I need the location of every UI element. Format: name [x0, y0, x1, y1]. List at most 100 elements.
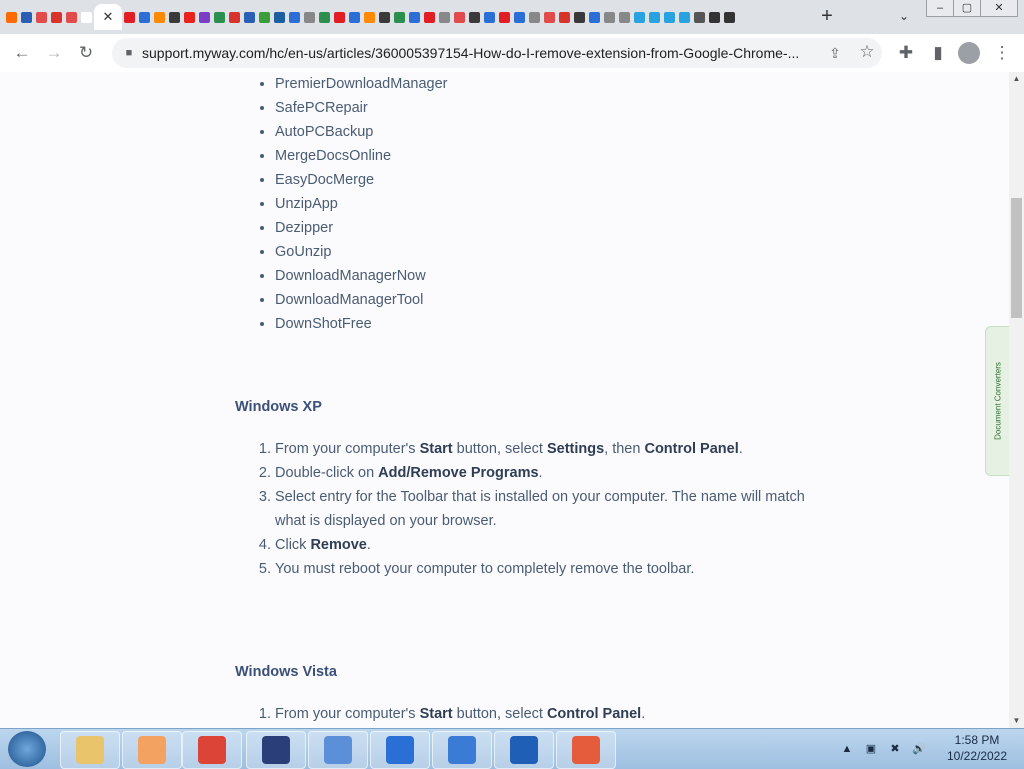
browser-tab[interactable] — [302, 4, 317, 30]
browser-tab[interactable] — [64, 4, 79, 30]
browser-tab[interactable] — [332, 4, 347, 30]
browser-tab[interactable] — [542, 4, 557, 30]
taskbar-app-media-player[interactable] — [122, 731, 182, 769]
browser-tab[interactable] — [722, 4, 737, 30]
settings-gear-icon — [262, 736, 290, 764]
action-center-icon[interactable]: ✖ — [888, 742, 902, 756]
browser-tab[interactable] — [4, 4, 19, 30]
step-text: You must reboot your computer to complet… — [275, 561, 695, 577]
browser-tab[interactable] — [452, 4, 467, 30]
browser-tab[interactable] — [602, 4, 617, 30]
clock[interactable]: 1:58 PM 10/22/2022 — [938, 732, 1016, 764]
extensions-icon[interactable]: ✚ — [894, 41, 918, 65]
lock-icon[interactable]: ■ — [122, 45, 136, 61]
bold-term: Settings — [546, 441, 605, 457]
browser-tab[interactable] — [497, 4, 512, 30]
url-text[interactable]: support.myway.com/hc/en-us/articles/3600… — [142, 45, 832, 61]
browser-tab[interactable] — [692, 4, 707, 30]
taskbar-app-shield-slash[interactable] — [494, 731, 554, 769]
tab-search-button[interactable]: ⌄ — [894, 6, 914, 26]
browser-tab[interactable] — [257, 4, 272, 30]
browser-tab[interactable] — [377, 4, 392, 30]
browser-tab[interactable] — [182, 4, 197, 30]
browser-tab[interactable] — [677, 4, 692, 30]
reload-button[interactable]: ↻ — [74, 41, 98, 65]
browser-tab[interactable] — [557, 4, 572, 30]
new-tab-button[interactable]: + — [816, 4, 838, 28]
show-hidden-icons-icon[interactable]: ▲ — [840, 742, 854, 756]
browser-tab[interactable] — [407, 4, 422, 30]
side-panel-icon[interactable]: ▮ — [926, 41, 950, 65]
share-icon[interactable]: ⇪ — [824, 42, 846, 64]
window-close-button[interactable]: ✕ — [980, 0, 1018, 17]
browser-tab[interactable] — [287, 4, 302, 30]
vertical-scrollbar[interactable]: ▲ ▼ — [1009, 72, 1024, 728]
profile-avatar[interactable] — [958, 42, 980, 64]
browser-tab[interactable] — [647, 4, 662, 30]
scroll-up-arrow-icon[interactable]: ▲ — [1009, 72, 1024, 86]
windows-taskbar: ▲ ▣ ✖ 🔊 1:58 PM 10/22/2022 — [0, 728, 1024, 769]
browser-tab[interactable] — [437, 4, 452, 30]
browser-tab[interactable] — [617, 4, 632, 30]
browser-tab[interactable] — [527, 4, 542, 30]
step-text: Click — [275, 537, 311, 553]
browser-tab[interactable] — [512, 4, 527, 30]
browser-tab[interactable] — [137, 4, 152, 30]
taskbar-app-shield-check[interactable] — [432, 731, 492, 769]
bookmark-star-icon[interactable]: ☆ — [856, 41, 878, 63]
network-icon[interactable]: ▣ — [864, 742, 878, 756]
taskbar-app-explorer[interactable] — [60, 731, 120, 769]
browser-tab[interactable] — [152, 4, 167, 30]
taskbar-app-chrome[interactable] — [182, 731, 242, 769]
menu-icon[interactable]: ⋮ — [990, 41, 1014, 65]
browser-tab[interactable] — [347, 4, 362, 30]
list-item: GoUnzip — [275, 240, 815, 264]
taskbar-app-settings-gear[interactable] — [246, 731, 306, 769]
browser-tab[interactable] — [482, 4, 497, 30]
browser-tab[interactable] — [212, 4, 227, 30]
minimize-button[interactable]: – — [926, 0, 954, 17]
browser-tab[interactable] — [317, 4, 332, 30]
browser-tab[interactable] — [79, 4, 94, 30]
taskbar-app-office-squares[interactable] — [556, 731, 616, 769]
browser-tab[interactable] — [242, 4, 257, 30]
maximize-button[interactable]: ▢ — [953, 0, 981, 17]
back-button[interactable]: ← — [10, 41, 34, 65]
toolbar-names-list: PremierDownloadManagerSafePCRepairAutoPC… — [235, 72, 815, 336]
tab-close-icon[interactable]: ✕ — [103, 9, 114, 25]
browser-tab[interactable] — [122, 4, 137, 30]
tab-favicon-icon — [409, 11, 420, 23]
browser-tab[interactable] — [422, 4, 437, 30]
browser-tab[interactable] — [34, 4, 49, 30]
step-text: From your computer's — [275, 441, 420, 457]
browser-tab[interactable] — [19, 4, 34, 30]
browser-tab[interactable] — [227, 4, 242, 30]
volume-icon[interactable]: 🔊 — [912, 742, 926, 756]
step-item: From your computer's Start button, selec… — [275, 702, 815, 726]
browser-tab[interactable] — [662, 4, 677, 30]
step-item: Click Remove. — [275, 533, 815, 557]
taskbar-app-remote-desktop[interactable] — [370, 731, 430, 769]
tab-favicon-icon — [334, 11, 345, 23]
browser-tab[interactable] — [197, 4, 212, 30]
taskbar-app-network-computer[interactable] — [308, 731, 368, 769]
active-browser-tab[interactable]: ✕ — [94, 4, 122, 30]
browser-tab[interactable] — [167, 4, 182, 30]
browser-tab[interactable] — [632, 4, 647, 30]
start-button[interactable] — [8, 731, 46, 767]
browser-tab[interactable] — [392, 4, 407, 30]
forward-button[interactable]: → — [42, 41, 66, 65]
browser-tab[interactable] — [707, 4, 722, 30]
browser-tab[interactable] — [49, 4, 64, 30]
document-converters-widget[interactable]: Document Converters — [985, 326, 1010, 476]
address-bar[interactable]: ■ support.myway.com/hc/en-us/articles/36… — [112, 38, 882, 68]
browser-tab[interactable] — [572, 4, 587, 30]
scrollbar-thumb[interactable] — [1011, 198, 1022, 318]
browser-tab[interactable] — [467, 4, 482, 30]
browser-tab[interactable] — [587, 4, 602, 30]
tab-favicon-icon — [229, 11, 240, 23]
scroll-down-arrow-icon[interactable]: ▼ — [1009, 714, 1024, 728]
browser-tab[interactable] — [362, 4, 377, 30]
tab-favicon-icon — [259, 11, 270, 23]
browser-tab[interactable] — [272, 4, 287, 30]
